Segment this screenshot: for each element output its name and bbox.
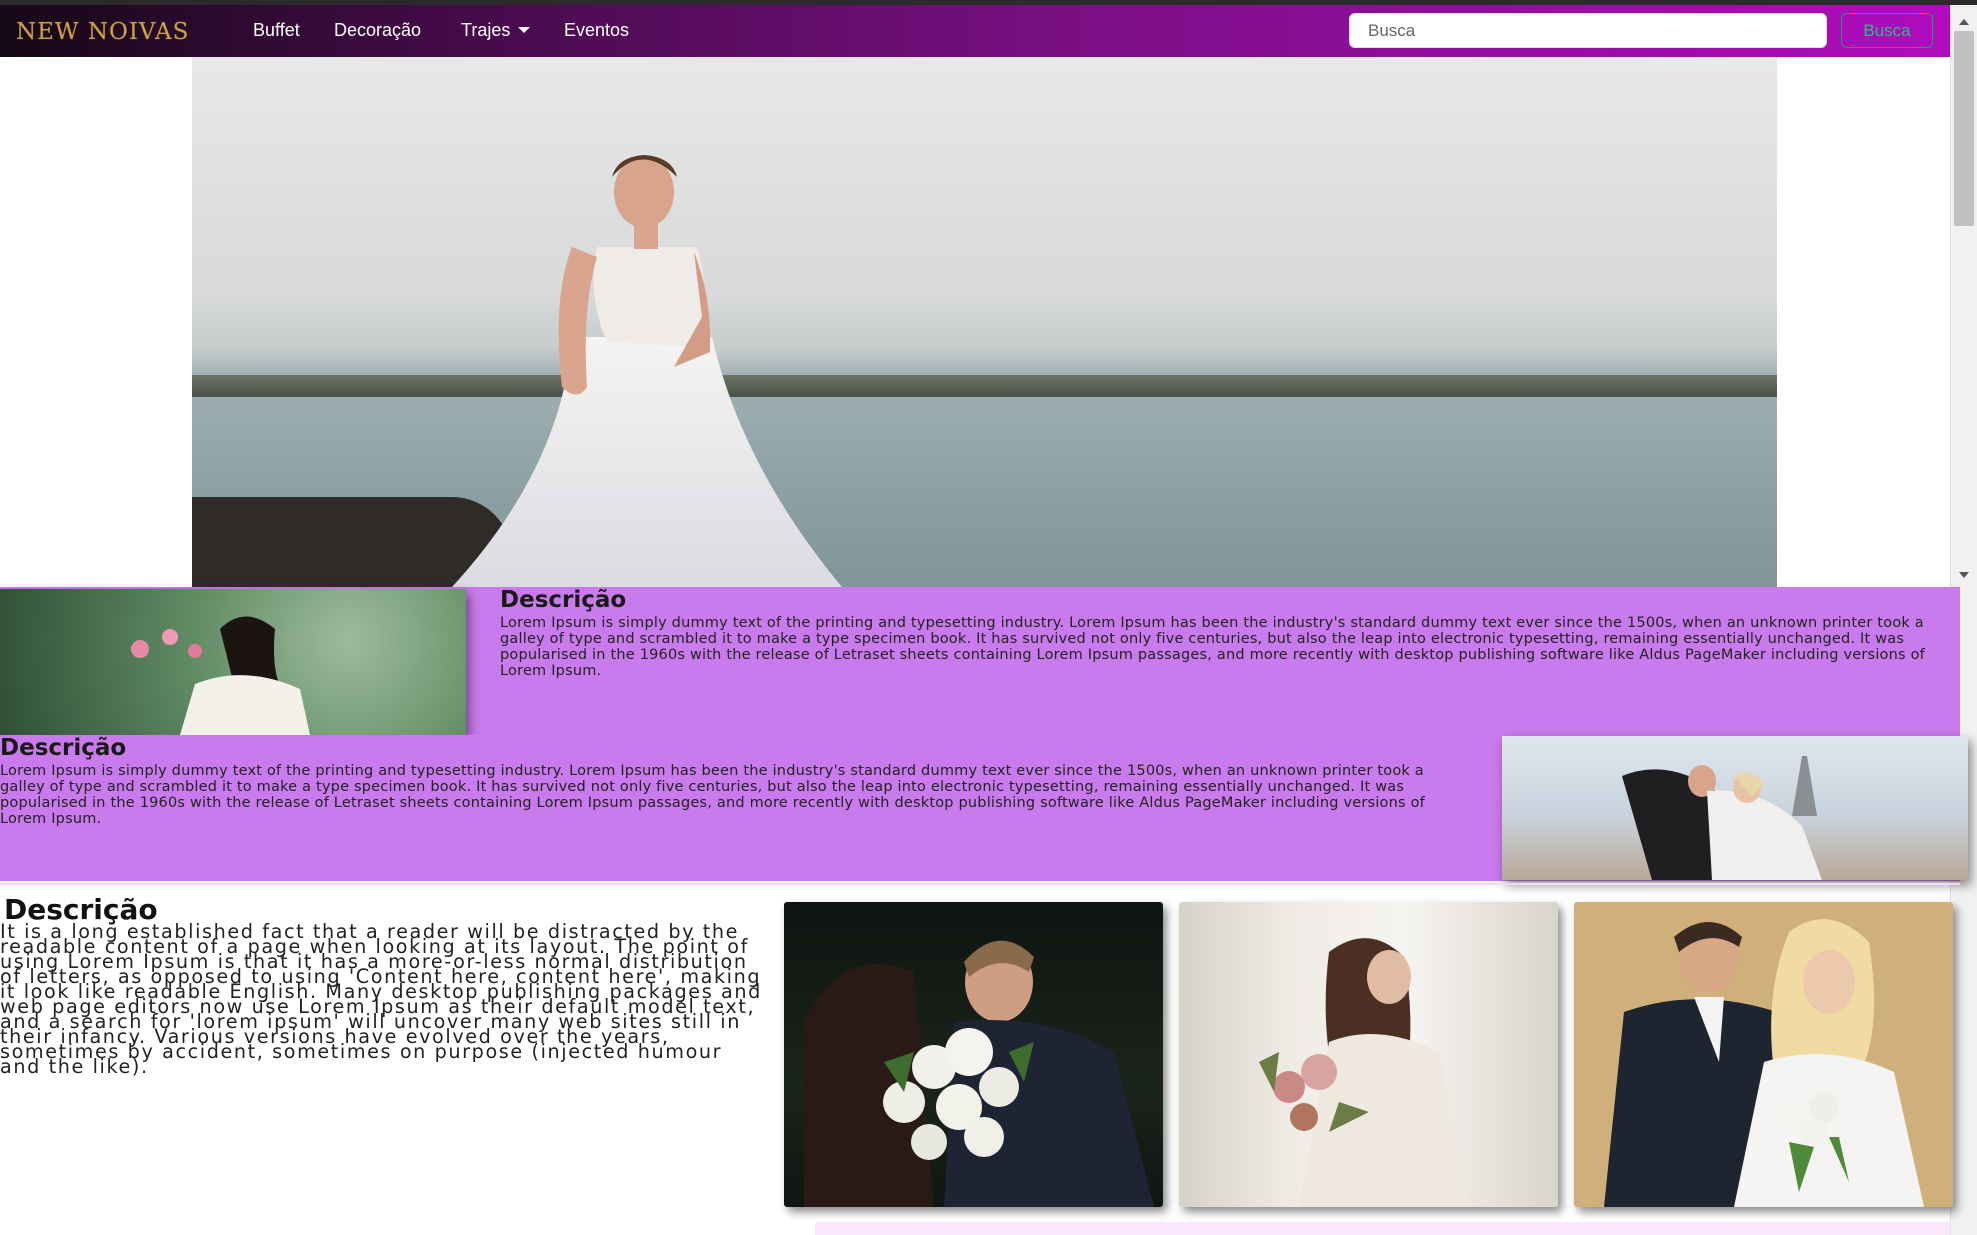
description-band-1: Descrição Lorem Ipsum is simply dummy te… xyxy=(0,587,1960,735)
couple-paris-photo xyxy=(1502,736,1968,880)
nav-dropdown-trajes[interactable]: Trajes xyxy=(461,20,531,41)
gallery-photo-couple-smiling-figure xyxy=(1604,919,1924,1207)
navbar: NEW NOIVAS Buffet Decoração Trajes Event… xyxy=(0,5,1950,57)
scroll-up-arrow-icon[interactable] xyxy=(1959,19,1969,25)
gallery-photo-bride-lace-figure xyxy=(1259,938,1469,1207)
nav-dropdown-trajes-label: Trajes xyxy=(461,20,511,40)
woman-with-flowers-figure xyxy=(131,616,310,735)
woman-with-flowers-photo xyxy=(0,589,466,735)
section-2-text: Lorem Ipsum is simply dummy text of the … xyxy=(0,763,1425,827)
brand-logo[interactable]: NEW NOIVAS xyxy=(16,19,189,45)
nav-link-decoracao[interactable]: Decoração xyxy=(334,20,421,41)
gallery-photo-couple-bouquet[interactable] xyxy=(784,902,1163,1207)
hero-bride-figure xyxy=(452,155,842,587)
section-3-text: It is a long established fact that a rea… xyxy=(0,920,762,1078)
nav-link-eventos[interactable]: Eventos xyxy=(564,20,629,41)
gallery-photo-bride-lace[interactable] xyxy=(1179,902,1558,1207)
search-input[interactable] xyxy=(1349,13,1827,48)
couple-paris-figure xyxy=(1622,756,1822,880)
caret-down-icon xyxy=(518,27,531,33)
search-button[interactable]: Busca xyxy=(1841,13,1933,48)
bottom-strip xyxy=(815,1222,1950,1235)
scroll-down-arrow-icon[interactable] xyxy=(1959,572,1969,578)
scroll-thumb[interactable] xyxy=(1954,31,1974,226)
section-divider xyxy=(0,883,1960,885)
section-1-title: Descrição xyxy=(500,587,627,613)
gallery-photo-couple-bouquet-figure xyxy=(804,940,1154,1207)
section-1-text: Lorem Ipsum is simply dummy text of the … xyxy=(500,615,1925,679)
description-band-2: Descrição Lorem Ipsum is simply dummy te… xyxy=(0,735,1968,881)
nav-link-buffet[interactable]: Buffet xyxy=(253,20,300,41)
section-2-title: Descrição xyxy=(0,735,127,761)
gallery-photo-couple-smiling[interactable] xyxy=(1574,902,1953,1207)
hero-bride-photo xyxy=(192,57,1777,587)
